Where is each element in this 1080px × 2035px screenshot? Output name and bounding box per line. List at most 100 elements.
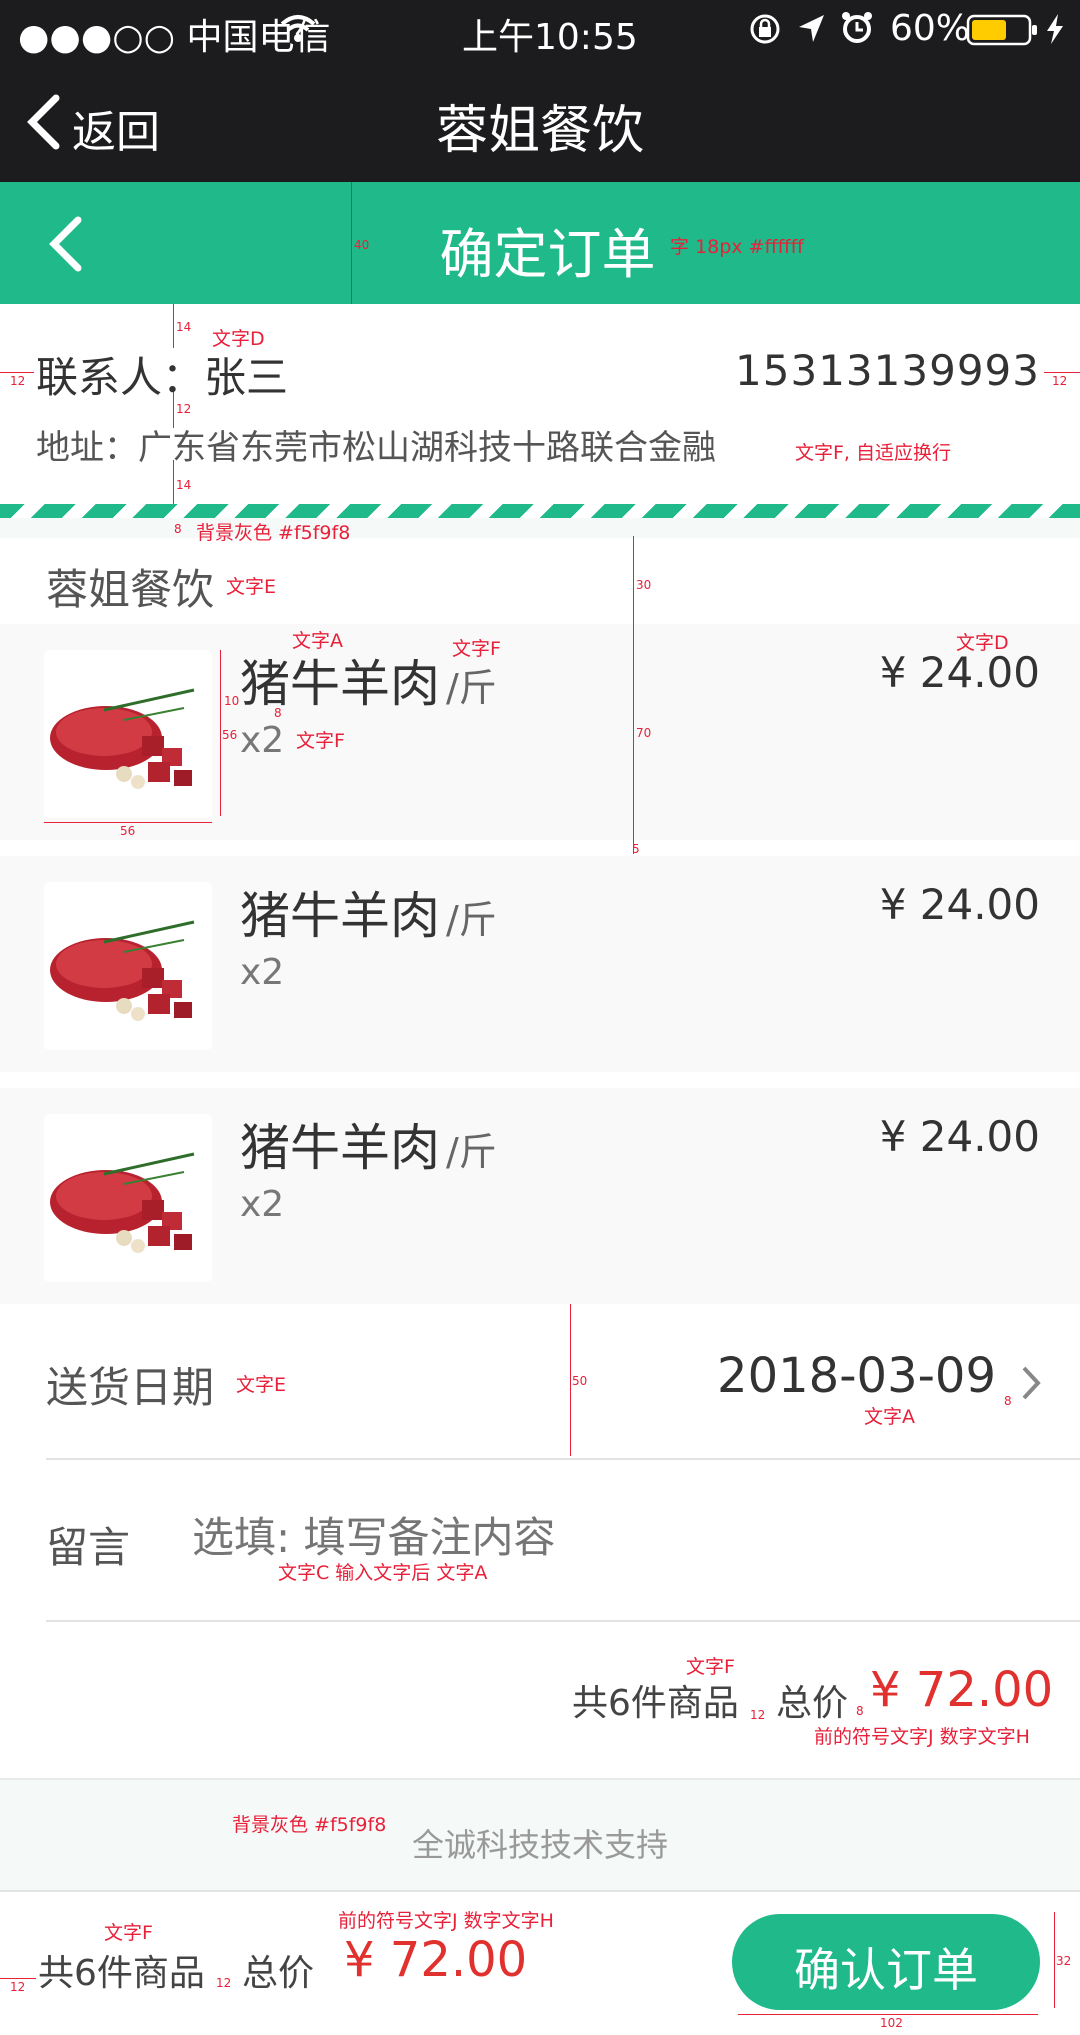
product-name: 猪牛羊肉/斤	[240, 1119, 497, 1177]
dim-line	[1044, 372, 1080, 373]
dim-line	[173, 392, 174, 428]
dim-label: 12	[750, 1708, 766, 1722]
summary-total: ¥ 72.00	[870, 1662, 1054, 1718]
dim-label: 12	[10, 374, 26, 388]
clock: 上午10:55	[462, 17, 638, 58]
navigation-bar: 返回 蓉姐餐饮	[0, 60, 1080, 182]
annotation-text-e: 文字E	[236, 1374, 287, 1396]
dim-line	[173, 304, 174, 348]
bottom-total: ¥ 72.00	[344, 1932, 528, 1988]
dim-label: 14	[176, 478, 192, 492]
dim-line	[0, 1978, 36, 1979]
contact-phone: 15313139993	[735, 346, 1040, 395]
dim-label: 12	[1052, 374, 1068, 388]
delivery-date-row[interactable]: 送货日期 2018-03-09	[0, 1304, 1080, 1456]
delivery-date-value: 2018-03-09	[717, 1348, 996, 1404]
product-unit: /斤	[446, 1130, 497, 1174]
summary-total-label: 总价	[776, 1683, 849, 1724]
dim-label: 8	[174, 522, 182, 536]
location-icon	[796, 12, 828, 50]
product-name: 猪牛羊肉/斤	[240, 887, 497, 945]
dim-label: 8	[856, 1704, 864, 1718]
product-quantity: x2	[240, 1184, 285, 1225]
contact-name: 联系人：张三	[36, 353, 289, 402]
rotation-lock-icon	[748, 12, 782, 50]
alarm-icon	[840, 10, 874, 50]
annotation-summary: 前的符号文字J 数字文字H	[814, 1726, 1030, 1748]
dim-label: 50	[572, 1374, 588, 1388]
annotation-message: 文字C 输入文字后 文字A	[278, 1562, 488, 1584]
annotation-text-f: 文字F	[104, 1922, 153, 1944]
product-unit: /斤	[446, 666, 497, 710]
dim-line	[44, 822, 212, 823]
annotation-text-f: 文字F	[296, 730, 345, 752]
annotation-bg-gray: 背景灰色 #f5f9f8	[196, 522, 351, 544]
product-quantity: x2	[240, 720, 285, 761]
dim-line	[220, 650, 221, 816]
dim-label: 14	[176, 320, 192, 334]
dim-label: 12	[176, 402, 192, 416]
dim-label: 5	[632, 842, 640, 856]
dim-label: 30	[636, 578, 652, 592]
annotation-text-f: 文字F	[686, 1656, 735, 1678]
footer: 全诚科技技术支持	[0, 1778, 1080, 1892]
dim-label: 102	[880, 2016, 903, 2030]
product-unit: /斤	[446, 898, 497, 942]
annotation-text-d: 文字D	[956, 632, 1009, 654]
dim-line	[1054, 1912, 1055, 2008]
battery-percent: 60%	[890, 8, 971, 49]
charging-icon	[1044, 12, 1066, 50]
bottom-total-label: 总价	[242, 1953, 315, 1994]
annotation-text-d: 文字D	[212, 328, 265, 350]
annotation-text-f: 文字F	[452, 638, 501, 660]
store-name: 蓉姐餐饮	[46, 565, 215, 614]
product-item[interactable]: 猪牛羊肉/斤 x2 ¥ 24.00	[0, 856, 1080, 1072]
bottom-count: 共6件商品	[38, 1953, 205, 1994]
product-price: ¥ 24.00	[879, 880, 1040, 929]
nav-title: 蓉姐餐饮	[435, 101, 644, 161]
annotation-bg-gray: 背景灰色 #f5f9f8	[232, 1814, 387, 1836]
order-summary: 共6件商品 总价 ¥ 72.00	[0, 1622, 1080, 1776]
product-item[interactable]: 猪牛羊肉/斤 x2 ¥ 24.00	[0, 1088, 1080, 1304]
confirm-order-button[interactable]: 确认订单	[732, 1914, 1040, 2010]
product-image	[44, 882, 212, 1050]
dim-line	[351, 182, 352, 304]
status-bar: ●●●○○ 中国电信 上午10:55 60%	[0, 0, 1080, 60]
dim-line	[173, 460, 174, 504]
confirm-order-label: 确认订单	[794, 1943, 978, 1997]
support-text: 全诚科技技术支持	[411, 1826, 668, 1864]
product-price: ¥ 24.00	[879, 648, 1040, 697]
product-quantity: x2	[240, 952, 285, 993]
product-image	[44, 650, 212, 818]
annotation-bottom: 前的符号文字J 数字文字H	[338, 1910, 554, 1932]
annotation-header-font: 字 18px #ffffff	[670, 236, 804, 258]
wifi-icon	[278, 12, 318, 48]
page-title: 确定订单	[439, 223, 656, 286]
dim-line	[633, 536, 634, 854]
delivery-date-label: 送货日期	[46, 1363, 215, 1412]
message-row: 留言	[0, 1460, 1080, 1620]
dim-label: 12	[10, 1980, 26, 1994]
product-price: ¥ 24.00	[879, 1112, 1040, 1161]
dim-label: 12	[216, 1976, 232, 1990]
dim-label: 70	[636, 726, 652, 740]
dim-label: 10	[224, 694, 240, 708]
summary-count: 共6件商品	[572, 1683, 739, 1724]
product-item[interactable]: 猪牛羊肉/斤 x2 ¥ 24.00	[0, 624, 1080, 840]
address-stripe-divider	[0, 504, 1080, 518]
dim-line	[570, 1304, 571, 1456]
contact-section[interactable]: 联系人：张三 15313139993 地址：广东省东莞市松山湖科技十路联合金融	[0, 304, 1080, 504]
battery-icon	[966, 14, 1040, 50]
dim-label: 40	[354, 238, 370, 252]
dim-line	[738, 2014, 1038, 2015]
gap-background	[0, 518, 1080, 538]
dim-label: 32	[1056, 1954, 1072, 1968]
dim-label: 8	[1004, 1394, 1012, 1408]
dim-line	[0, 372, 34, 373]
page-header: 确定订单 字 18px #ffffff	[0, 182, 1080, 304]
annotation-text-a: 文字A	[864, 1406, 915, 1428]
product-image	[44, 1114, 212, 1282]
contact-address: 地址：广东省东莞市松山湖科技十路联合金融	[36, 428, 716, 468]
dim-label: 56	[120, 824, 136, 838]
dim-label: 56	[222, 728, 238, 742]
